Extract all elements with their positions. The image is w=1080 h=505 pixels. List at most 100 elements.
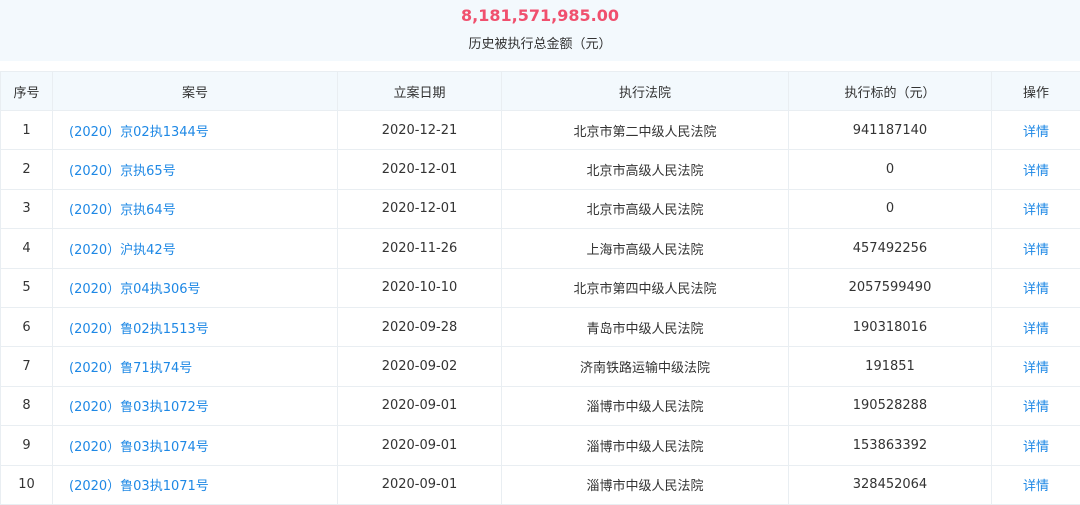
case-number-link[interactable]: (2020）京执65号 (52, 149, 338, 190)
total-amount: 8,181,571,985.00 (461, 6, 619, 25)
details-link[interactable]: 详情 (991, 109, 1080, 151)
header-case-no: 案号 (52, 71, 338, 111)
table-row: 1 (2020）京02执1344号 2020-12-21 北京市第二中级人民法院… (0, 109, 1080, 151)
details-link-text[interactable]: 详情 (1023, 479, 1049, 494)
header-amount: 执行标的（元） (788, 71, 992, 111)
details-link-text[interactable]: 详情 (1023, 243, 1049, 258)
case-number-link[interactable]: (2020）鲁71执74号 (52, 346, 338, 387)
execution-amount: 190318016 (788, 306, 992, 348)
details-link-text[interactable]: 详情 (1023, 440, 1049, 455)
row-index: 4 (0, 228, 53, 269)
execution-amount: 0 (788, 149, 992, 190)
filing-date: 2020-12-01 (337, 149, 502, 190)
summary-panel: 8,181,571,985.00 历史被执行总金额（元） (0, 0, 1080, 61)
table-row: 9 (2020）鲁03执1074号 2020-09-01 淄博市中级人民法院 1… (0, 425, 1080, 466)
court-name: 青岛市中级人民法院 (501, 306, 789, 348)
execution-amount: 0 (788, 188, 992, 230)
row-index: 8 (0, 385, 53, 427)
details-link[interactable]: 详情 (991, 306, 1080, 348)
table-row: 6 (2020）鲁02执1513号 2020-09-28 青岛市中级人民法院 1… (0, 306, 1080, 348)
details-link-text[interactable]: 详情 (1023, 125, 1049, 140)
row-index: 7 (0, 346, 53, 387)
details-link[interactable]: 详情 (991, 228, 1080, 269)
row-index: 3 (0, 188, 53, 230)
filing-date: 2020-11-26 (337, 228, 502, 269)
case-number-text[interactable]: (2020）鲁03执1072号 (69, 400, 209, 415)
case-number-text[interactable]: (2020）鲁03执1071号 (69, 479, 209, 494)
total-amount-label: 历史被执行总金额（元） (468, 37, 612, 52)
header-index: 序号 (0, 71, 53, 111)
row-index: 1 (0, 109, 53, 151)
execution-amount: 190528288 (788, 385, 992, 427)
filing-date: 2020-10-10 (337, 267, 502, 308)
details-link[interactable]: 详情 (991, 267, 1080, 308)
header-filing-date: 立案日期 (337, 71, 502, 111)
filing-date: 2020-09-01 (337, 385, 502, 427)
case-number-text[interactable]: (2020）鲁02执1513号 (69, 322, 209, 337)
filing-date: 2020-09-28 (337, 306, 502, 348)
court-name: 济南铁路运输中级法院 (501, 346, 789, 387)
details-link-text[interactable]: 详情 (1023, 322, 1049, 337)
details-link[interactable]: 详情 (991, 385, 1080, 427)
case-number-link[interactable]: (2020）鲁03执1071号 (52, 464, 338, 505)
filing-date: 2020-12-21 (337, 109, 502, 151)
header-action: 操作 (991, 71, 1080, 111)
case-number-text[interactable]: (2020）沪执42号 (69, 243, 176, 258)
court-name: 淄博市中级人民法院 (501, 464, 789, 505)
case-number-link[interactable]: (2020）京执64号 (52, 188, 338, 230)
case-number-link[interactable]: (2020）鲁03执1072号 (52, 385, 338, 427)
case-number-link[interactable]: (2020）鲁02执1513号 (52, 306, 338, 348)
court-name: 北京市第二中级人民法院 (501, 109, 789, 151)
details-link[interactable]: 详情 (991, 346, 1080, 387)
details-link-text[interactable]: 详情 (1023, 400, 1049, 415)
header-court: 执行法院 (501, 71, 789, 111)
details-link[interactable]: 详情 (991, 464, 1080, 505)
case-number-text[interactable]: (2020）京04执306号 (69, 282, 201, 297)
execution-amount: 2057599490 (788, 267, 992, 308)
table-row: 5 (2020）京04执306号 2020-10-10 北京市第四中级人民法院 … (0, 267, 1080, 308)
table-row: 10 (2020）鲁03执1071号 2020-09-01 淄博市中级人民法院 … (0, 464, 1080, 505)
case-number-link[interactable]: (2020）京02执1344号 (52, 109, 338, 151)
row-index: 10 (0, 464, 53, 505)
filing-date: 2020-09-02 (337, 346, 502, 387)
details-link[interactable]: 详情 (991, 425, 1080, 466)
execution-amount: 941187140 (788, 109, 992, 151)
table-row: 8 (2020）鲁03执1072号 2020-09-01 淄博市中级人民法院 1… (0, 385, 1080, 427)
case-number-link[interactable]: (2020）京04执306号 (52, 267, 338, 308)
case-number-link[interactable]: (2020）沪执42号 (52, 228, 338, 269)
case-number-text[interactable]: (2020）京执64号 (69, 203, 176, 218)
case-number-text[interactable]: (2020）京02执1344号 (69, 125, 209, 140)
case-number-text[interactable]: (2020）鲁71执74号 (69, 361, 192, 376)
row-index: 9 (0, 425, 53, 466)
execution-amount: 457492256 (788, 228, 992, 269)
details-link-text[interactable]: 详情 (1023, 203, 1049, 218)
table-row: 7 (2020）鲁71执74号 2020-09-02 济南铁路运输中级法院 19… (0, 346, 1080, 387)
table-header-row: 序号 案号 立案日期 执行法院 执行标的（元） 操作 (0, 71, 1080, 111)
court-name: 上海市高级人民法院 (501, 228, 789, 269)
execution-amount: 153863392 (788, 425, 992, 466)
enforcement-cases-table: 序号 案号 立案日期 执行法院 执行标的（元） 操作 1 (2020）京02执1… (0, 71, 1080, 505)
filing-date: 2020-12-01 (337, 188, 502, 230)
case-number-text[interactable]: (2020）鲁03执1074号 (69, 440, 209, 455)
table-row: 3 (2020）京执64号 2020-12-01 北京市高级人民法院 0 详情 (0, 188, 1080, 230)
row-index: 6 (0, 306, 53, 348)
case-number-link[interactable]: (2020）鲁03执1074号 (52, 425, 338, 466)
table-row: 2 (2020）京执65号 2020-12-01 北京市高级人民法院 0 详情 (0, 149, 1080, 190)
court-name: 北京市第四中级人民法院 (501, 267, 789, 308)
table-row: 4 (2020）沪执42号 2020-11-26 上海市高级人民法院 45749… (0, 228, 1080, 269)
row-index: 5 (0, 267, 53, 308)
court-name: 淄博市中级人民法院 (501, 425, 789, 466)
details-link-text[interactable]: 详情 (1023, 361, 1049, 376)
filing-date: 2020-09-01 (337, 425, 502, 466)
filing-date: 2020-09-01 (337, 464, 502, 505)
execution-amount: 328452064 (788, 464, 992, 505)
execution-amount: 191851 (788, 346, 992, 387)
court-name: 北京市高级人民法院 (501, 188, 789, 230)
details-link[interactable]: 详情 (991, 149, 1080, 190)
details-link-text[interactable]: 详情 (1023, 282, 1049, 297)
case-number-text[interactable]: (2020）京执65号 (69, 164, 176, 179)
details-link[interactable]: 详情 (991, 188, 1080, 230)
details-link-text[interactable]: 详情 (1023, 164, 1049, 179)
court-name: 北京市高级人民法院 (501, 149, 789, 190)
court-name: 淄博市中级人民法院 (501, 385, 789, 427)
